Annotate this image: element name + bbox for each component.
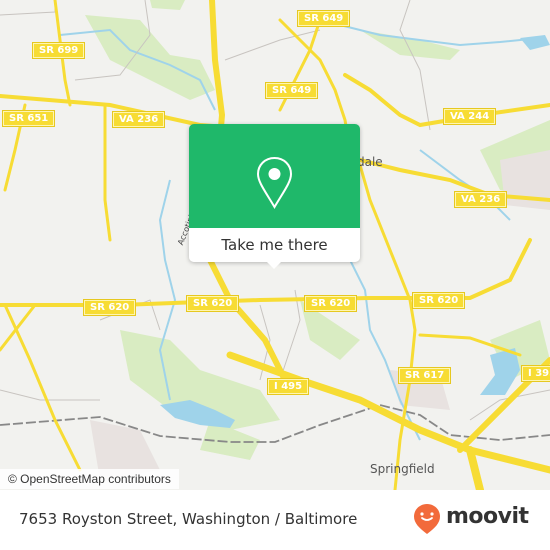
map-attribution[interactable]: © OpenStreetMap contributors <box>0 469 179 489</box>
address-label: 7653 Royston Street, Washington / Baltim… <box>19 510 358 528</box>
road-label-i495: I 495 <box>266 378 310 395</box>
road-label-sr620-mid: SR 620 <box>303 295 358 312</box>
take-me-there-button[interactable]: Take me there <box>189 228 360 262</box>
railway <box>0 404 550 443</box>
map[interactable]: SR 699 SR 651 VA 236 SR 649 SR 649 VA 24… <box>0 0 550 490</box>
place-label-annandale: dale <box>357 155 383 169</box>
place-label-springfield: Springfield <box>370 462 435 476</box>
moovit-logo-icon <box>414 504 440 534</box>
road-label-va236-west: VA 236 <box>111 111 166 128</box>
road-label-sr620-east: SR 620 <box>411 292 466 309</box>
destination-popup[interactable]: Take me there <box>189 124 360 269</box>
moovit-brand[interactable]: moovit <box>446 504 529 529</box>
popup-pointer <box>266 261 282 269</box>
road-label-sr649-north: SR 649 <box>296 10 351 27</box>
road-label-va244: VA 244 <box>442 108 497 125</box>
road-label-i395: I 395 <box>520 365 550 382</box>
road-label-sr620-west: SR 620 <box>82 299 137 316</box>
road-label-sr699: SR 699 <box>31 42 86 59</box>
road-label-sr617: SR 617 <box>397 367 452 384</box>
road-label-sr649-south: SR 649 <box>264 82 319 99</box>
popup-header[interactable] <box>189 124 360 228</box>
road-label-sr651: SR 651 <box>1 110 56 127</box>
map-pin-icon <box>256 156 293 209</box>
road-label-sr620-center: SR 620 <box>185 295 240 312</box>
footer: 7653 Royston Street, Washington / Baltim… <box>0 490 550 550</box>
road-label-va236-east: VA 236 <box>453 191 508 208</box>
